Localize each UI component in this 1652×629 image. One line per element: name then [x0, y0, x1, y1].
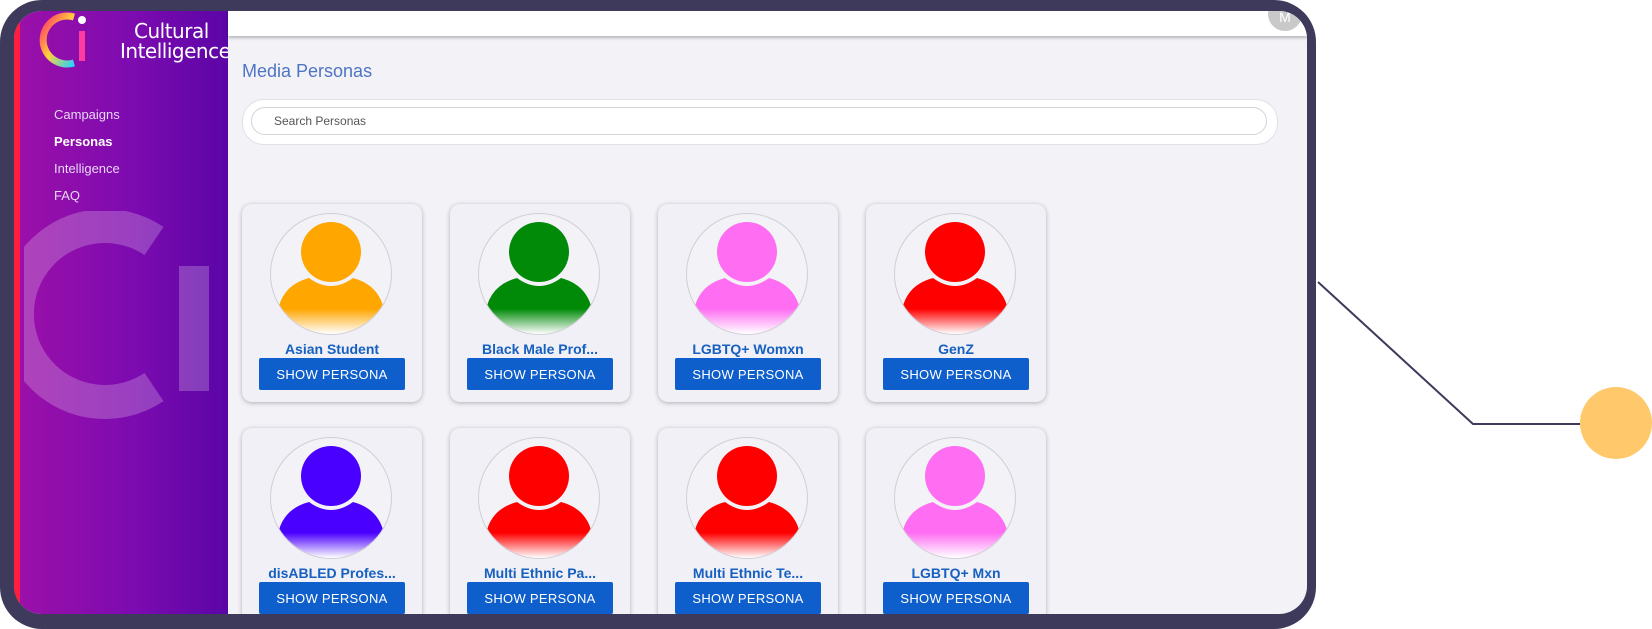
callout-connector — [1317, 281, 1652, 459]
callout-dot — [1580, 387, 1652, 459]
